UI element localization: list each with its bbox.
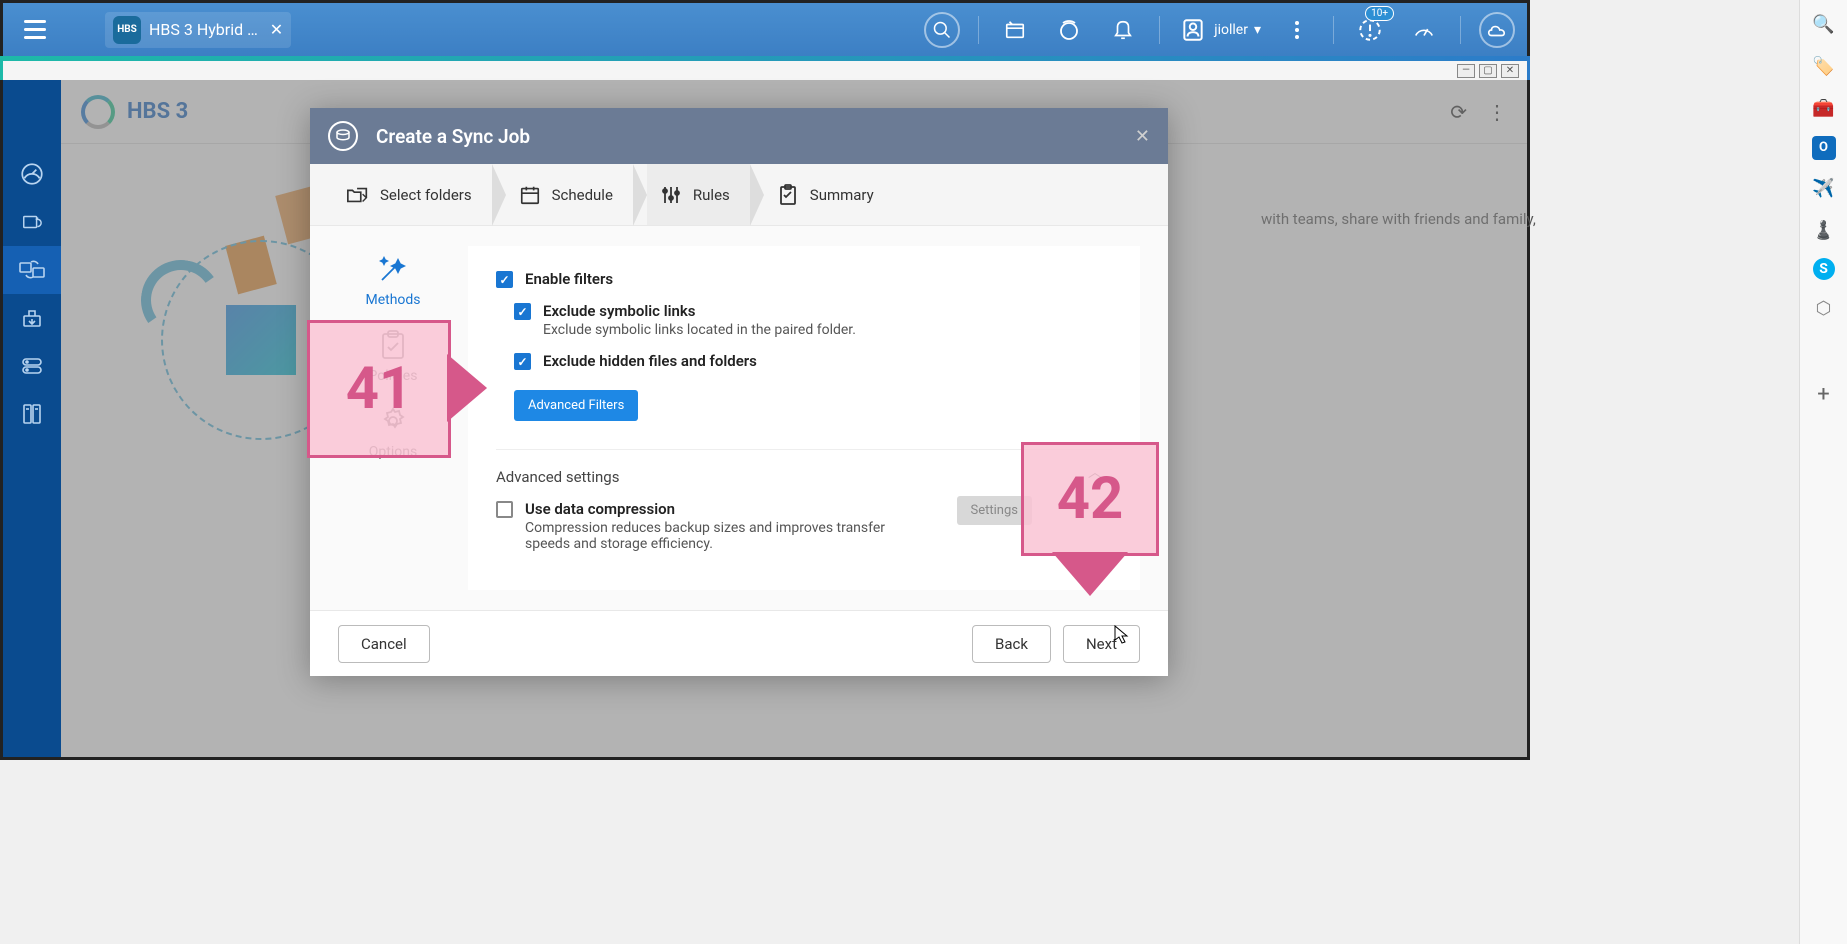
sync-icon [328,121,358,151]
sidebar-item-overview[interactable] [3,150,61,198]
advanced-settings-section: Advanced settings ︿ Use data compression… [496,449,1112,552]
search-icon[interactable] [924,12,960,48]
dialog-footer: Cancel Back Next [310,610,1168,676]
compression-checkbox[interactable] [496,501,513,518]
gear-icon [376,404,410,438]
minimize-button[interactable]: — [1457,64,1475,78]
skype-icon[interactable]: S [1813,258,1835,280]
right-toolbar: 🔍 🏷️ 🧰 O ✈️ ♟️ S ⬡ + [1799,0,1847,944]
enable-filters-checkbox[interactable] [496,271,513,288]
exclude-symlinks-desc: Exclude symbolic links located in the pa… [543,322,856,338]
nav-label: Policies [369,368,418,384]
top-bar: HBS HBS 3 Hybrid … ✕ jioller ▾ 10+ [0,0,1530,56]
notification-badge-icon[interactable]: 10+ [1352,12,1388,48]
top-toolbar: jioller ▾ 10+ [924,12,1515,48]
create-sync-dialog: Create a Sync Job ✕ Select folders Sched… [310,108,1168,676]
wizard-stepper: Select folders Schedule Rules Summary [310,164,1168,226]
chess-icon[interactable]: ♟️ [1810,216,1838,244]
gauge-icon[interactable] [1406,12,1442,48]
step-rules[interactable]: Rules [647,164,750,225]
sidebar-item-storage[interactable] [3,390,61,438]
user-name: jioller [1214,22,1248,38]
app-tab[interactable]: HBS HBS 3 Hybrid … ✕ [105,12,291,48]
rules-nav-methods[interactable]: Methods [338,252,448,308]
briefcase-icon[interactable]: 🧰 [1810,94,1838,122]
sidebar [3,80,61,757]
avatar-icon [1178,15,1208,45]
collapse-icon[interactable]: ︿ [1088,462,1102,482]
sidebar-item-services[interactable] [3,342,61,390]
more-icon[interactable] [1279,12,1315,48]
close-window-button[interactable]: ✕ [1501,64,1519,78]
send-icon[interactable]: ✈️ [1810,174,1838,202]
task-icon[interactable] [1051,12,1087,48]
maximize-button[interactable]: ▢ [1479,64,1497,78]
close-icon[interactable]: ✕ [270,20,283,39]
sidebar-item-backup[interactable] [3,198,61,246]
exclude-hidden-checkbox[interactable] [514,353,531,370]
app-tab-icon: HBS [113,16,141,44]
clipboard-icon [376,328,410,362]
step-summary[interactable]: Summary [764,164,894,225]
compression-label: Use data compression [525,500,925,518]
dashboard-icon[interactable] [997,12,1033,48]
window-controls: — ▢ ✕ [0,56,1530,80]
rules-nav-options[interactable]: Options [338,404,448,460]
app-tab-title: HBS 3 Hybrid … [149,20,258,39]
search-icon[interactable]: 🔍 [1810,10,1838,38]
cloud-icon[interactable] [1479,12,1515,48]
step-label: Select folders [380,186,472,204]
sidebar-item-sync[interactable] [3,246,61,294]
sliders-icon [659,183,683,207]
badge-count: 10+ [1365,6,1394,21]
tags-icon[interactable]: 🏷️ [1810,52,1838,80]
exclude-symlinks-checkbox[interactable] [514,303,531,320]
dialog-header: Create a Sync Job ✕ [310,108,1168,164]
dialog-close-icon[interactable]: ✕ [1135,126,1150,147]
next-button[interactable]: Next [1063,625,1140,663]
enable-filters-label: Enable filters [525,270,613,288]
summary-icon [776,183,800,207]
nav-label: Options [369,444,417,460]
advanced-settings-title: Advanced settings [496,468,1112,486]
compression-settings-button: Settings [957,496,1032,525]
compression-desc: Compression reduces backup sizes and imp… [525,520,925,552]
nav-label: Methods [365,292,420,308]
rules-nav: Methods Policies Options [338,246,448,590]
wand-icon [376,252,410,286]
back-button[interactable]: Back [972,625,1051,663]
step-label: Summary [810,186,874,204]
step-label: Rules [693,186,730,204]
folders-icon [346,183,370,207]
sidebar-item-restore[interactable] [3,294,61,342]
advanced-filters-button[interactable]: Advanced Filters [514,390,638,421]
add-icon[interactable]: + [1810,380,1838,408]
rules-nav-policies[interactable]: Policies [338,328,448,384]
exclude-hidden-label: Exclude hidden files and folders [543,352,757,370]
exclude-symlinks-label: Exclude symbolic links [543,302,856,320]
outlook-icon[interactable]: O [1812,136,1836,160]
office-icon[interactable]: ⬡ [1810,294,1838,322]
cancel-button[interactable]: Cancel [338,625,430,663]
step-schedule[interactable]: Schedule [506,164,633,225]
menu-hamburger-icon[interactable] [15,10,55,50]
dialog-title: Create a Sync Job [376,125,530,148]
bell-icon[interactable] [1105,12,1141,48]
user-menu[interactable]: jioller ▾ [1178,15,1261,45]
step-label: Schedule [552,186,613,204]
calendar-icon [518,183,542,207]
step-select-folders[interactable]: Select folders [334,164,492,225]
chevron-down-icon: ▾ [1254,22,1261,38]
rules-panel: Enable filters Exclude symbolic links Ex… [468,246,1140,590]
